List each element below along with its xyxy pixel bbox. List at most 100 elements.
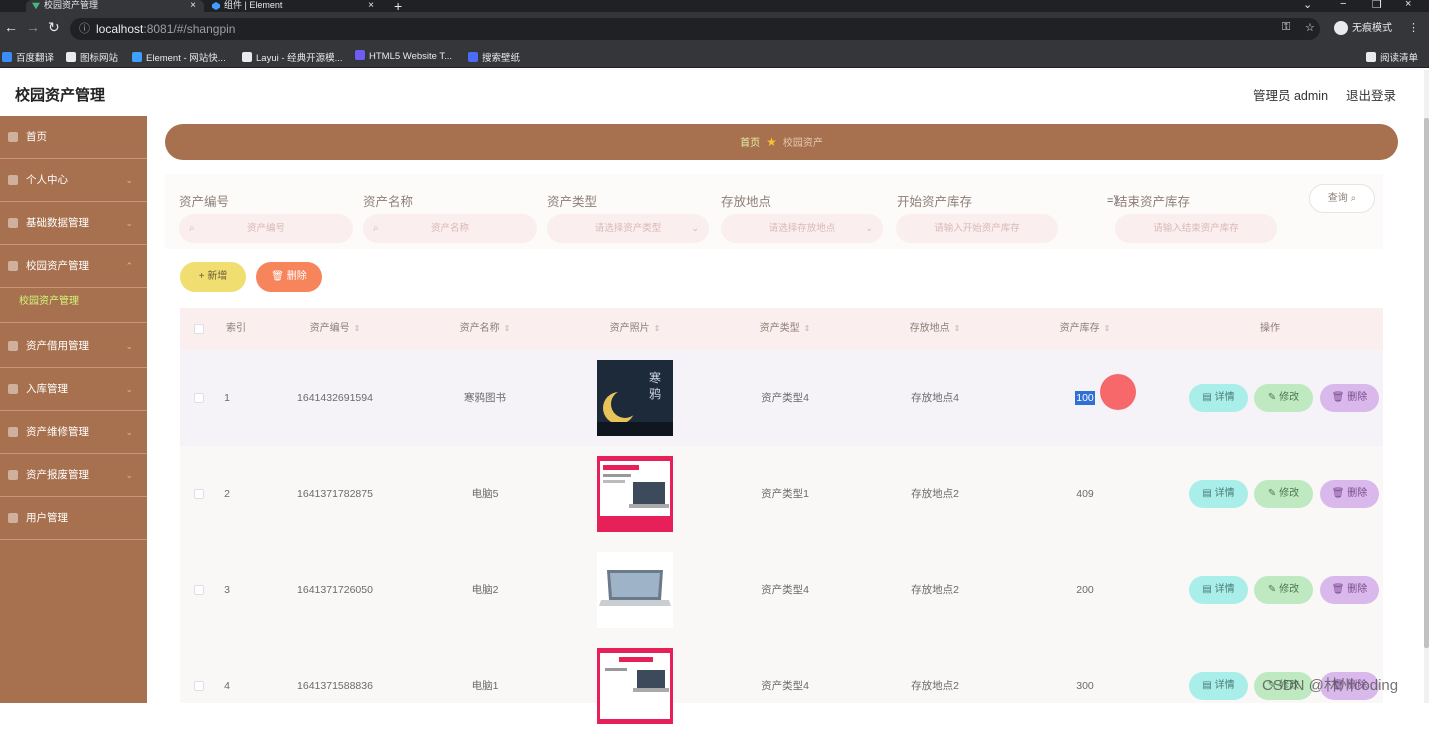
bookmark-item[interactable]: 百度翻译 bbox=[2, 50, 54, 64]
url-input[interactable]: ⓘ localhost:8081/#/shangpin bbox=[70, 18, 1320, 40]
add-label: 新增 bbox=[207, 271, 228, 282]
table-row[interactable]: 1 1641432691594 寒鸦图书 寒 鸦 资产类型4 存放地点4 100… bbox=[180, 350, 1383, 446]
row-checkbox[interactable] bbox=[194, 681, 204, 691]
row-checkbox[interactable] bbox=[194, 489, 204, 499]
sort-icon[interactable]: ⇕ bbox=[354, 324, 361, 333]
asset-photo[interactable] bbox=[597, 648, 673, 724]
sort-icon[interactable]: ⇕ bbox=[504, 324, 511, 333]
reload-icon[interactable]: ↻ bbox=[48, 19, 60, 36]
table-row[interactable]: 2 1641371782875 电脑5 资产类型1 存放地点2 409 ▤ 详情 bbox=[180, 446, 1383, 542]
row-checkbox[interactable] bbox=[194, 585, 204, 595]
edit-button[interactable]: ✎ 修改 bbox=[1254, 576, 1313, 604]
table-row[interactable]: 3 1641371726050 电脑2 资产类型4 存放地点2 200 ▤ 详情… bbox=[180, 542, 1383, 638]
more-icon[interactable]: ⋮ bbox=[1408, 21, 1419, 34]
tab-search-icon[interactable]: ⌄ bbox=[1303, 0, 1312, 11]
asset-type-label: 资产类型 bbox=[547, 195, 598, 209]
minimize-icon[interactable]: − bbox=[1340, 0, 1346, 10]
batch-delete-button[interactable]: 🗑 删除 bbox=[256, 262, 322, 292]
logout-button[interactable]: 退出登录 bbox=[1346, 85, 1396, 104]
incognito-profile[interactable]: 无痕模式 bbox=[1334, 19, 1392, 36]
bookmark-label: Element - 网站快... bbox=[146, 53, 226, 64]
sidebar-subitem-assets[interactable]: 校园资产管理 bbox=[0, 288, 147, 323]
asset-name-input[interactable]: ⌕ 资产名称 bbox=[363, 214, 537, 243]
reading-list[interactable]: 阅读清单 bbox=[1366, 50, 1418, 64]
cell-index: 3 bbox=[224, 584, 230, 596]
sort-icon[interactable]: ⇕ bbox=[954, 324, 961, 333]
chevron-down-icon: ⌄ bbox=[125, 175, 133, 185]
stock-start-input[interactable]: 请输入开始资产库存 bbox=[896, 214, 1058, 243]
page-scrollbar-thumb[interactable] bbox=[1424, 118, 1429, 648]
bookmark-item[interactable]: 搜索壁纸 bbox=[468, 50, 520, 64]
asset-type-select[interactable]: 请选择资产类型 ⌄ bbox=[547, 214, 709, 243]
sidebar-item-basic-data[interactable]: 基础数据管理 ⌄ bbox=[0, 202, 147, 245]
stock-start-placeholder: 请输入开始资产库存 bbox=[934, 223, 1020, 234]
delete-button[interactable]: 🗑 删除 bbox=[1320, 576, 1379, 604]
bookmark-item[interactable]: Layui - 经典开源模... bbox=[242, 50, 343, 64]
forward-icon[interactable]: → bbox=[26, 19, 40, 35]
sidebar-item-users[interactable]: 用户管理 bbox=[0, 497, 147, 540]
sort-icon[interactable]: ⇕ bbox=[1104, 324, 1111, 333]
asset-code-input[interactable]: ⌕ 资产编号 bbox=[179, 214, 353, 243]
column-header-name[interactable]: 资产名称 ⇕ bbox=[410, 308, 560, 350]
sidebar-item-label: 个人中心 bbox=[26, 174, 68, 186]
sidebar-item-inbound[interactable]: 入库管理 ⌄ bbox=[0, 368, 147, 411]
select-all-checkbox[interactable] bbox=[194, 324, 204, 334]
column-header-photo[interactable]: 资产照片 ⇕ bbox=[560, 308, 710, 350]
delete-label: 删除 bbox=[1347, 584, 1368, 595]
info-icon[interactable]: ⓘ bbox=[79, 18, 90, 40]
cell-index: 4 bbox=[224, 680, 230, 692]
asset-photo[interactable] bbox=[597, 456, 673, 532]
bookmark-label: 搜索壁纸 bbox=[482, 53, 521, 64]
detail-button[interactable]: ▤ 详情 bbox=[1189, 480, 1248, 508]
column-header-stock[interactable]: 资产库存 ⇕ bbox=[1010, 308, 1160, 350]
sidebar-item-borrow[interactable]: 资产借用管理 ⌄ bbox=[0, 325, 147, 368]
asset-photo[interactable]: 寒 鸦 bbox=[597, 360, 673, 436]
bookmark-item[interactable]: 图标网站 bbox=[66, 50, 118, 64]
sort-icon[interactable]: ⇕ bbox=[654, 324, 661, 333]
close-icon[interactable]: × bbox=[368, 0, 374, 11]
table-header: 索引 资产编号 ⇕ 资产名称 ⇕ 资产照片 ⇕ 资产类型 ⇕ 存放地点 ⇕ 资产库存 ⇕ 操… bbox=[180, 308, 1383, 350]
breadcrumb-home[interactable]: 首页 bbox=[740, 138, 760, 149]
bookmark-item[interactable]: HTML5 Website T... bbox=[355, 50, 452, 62]
table-row[interactable]: 4 1641371588836 电脑1 资产类型4 存放地点2 300 ▤ 详情… bbox=[180, 638, 1383, 734]
delete-button[interactable]: 🗑 删除 bbox=[1320, 384, 1379, 412]
document-icon: ▤ bbox=[1202, 488, 1215, 499]
browser-tab[interactable]: 组件 | Element × bbox=[206, 0, 382, 12]
close-window-icon[interactable]: × bbox=[1405, 0, 1411, 10]
column-header-code[interactable]: 资产编号 ⇕ bbox=[260, 308, 410, 350]
asset-photo[interactable] bbox=[597, 552, 673, 628]
restore-icon[interactable]: ❐ bbox=[1372, 0, 1382, 11]
key-icon[interactable]: ⚿ bbox=[1282, 21, 1290, 34]
detail-button[interactable]: ▤ 详情 bbox=[1189, 672, 1248, 700]
edit-button[interactable]: ✎ 修改 bbox=[1254, 384, 1313, 412]
detail-button[interactable]: ▤ 详情 bbox=[1189, 384, 1248, 412]
book-cover-image: 寒 鸦 bbox=[597, 360, 673, 436]
back-icon[interactable]: ← bbox=[4, 19, 18, 35]
sidebar-item-home[interactable]: 首页 bbox=[0, 116, 147, 159]
detail-button[interactable]: ▤ 详情 bbox=[1189, 576, 1248, 604]
delete-button[interactable]: 🗑 删除 bbox=[1320, 480, 1379, 508]
star-icon[interactable]: ☆ bbox=[1305, 21, 1315, 34]
url-path: :8081/#/shangpin bbox=[143, 22, 236, 36]
add-button[interactable]: + 新增 bbox=[180, 262, 246, 292]
sidebar-item-personal[interactable]: 个人中心 ⌄ bbox=[0, 159, 147, 202]
edit-label: 修改 bbox=[1279, 584, 1300, 595]
sidebar-item-repair[interactable]: 资产维修管理 ⌄ bbox=[0, 411, 147, 454]
edit-button[interactable]: ✎ 修改 bbox=[1254, 480, 1313, 508]
sidebar-item-assets[interactable]: 校园资产管理 ⌃ bbox=[0, 245, 147, 288]
location-placeholder: 请选择存放地点 bbox=[768, 223, 836, 234]
bookmark-item[interactable]: Element - 网站快... bbox=[132, 50, 226, 64]
main-content: 首页 ★ 校园资产 资产编号 ⌕ 资产编号 资产名称 ⌕ 资产名称 资产类型 请选择资产… bbox=[147, 116, 1424, 724]
bookmark-label: 图标网站 bbox=[80, 53, 119, 64]
row-checkbox[interactable] bbox=[194, 393, 204, 403]
location-select[interactable]: 请选择存放地点 ⌄ bbox=[721, 214, 883, 243]
sort-icon[interactable]: ⇕ bbox=[804, 324, 811, 333]
browser-tab-active[interactable]: 校园资产管理 × bbox=[26, 0, 204, 12]
column-header-type[interactable]: 资产类型 ⇕ bbox=[710, 308, 860, 350]
query-button[interactable]: 查询 ⌕ bbox=[1309, 184, 1375, 213]
sidebar-item-scrap[interactable]: 资产报废管理 ⌄ bbox=[0, 454, 147, 497]
stock-end-input[interactable]: 请输入结束资产库存 bbox=[1115, 214, 1277, 243]
cell-stock: 200 bbox=[1076, 584, 1094, 596]
column-header-location[interactable]: 存放地点 ⇕ bbox=[860, 308, 1010, 350]
close-icon[interactable]: × bbox=[190, 0, 196, 11]
